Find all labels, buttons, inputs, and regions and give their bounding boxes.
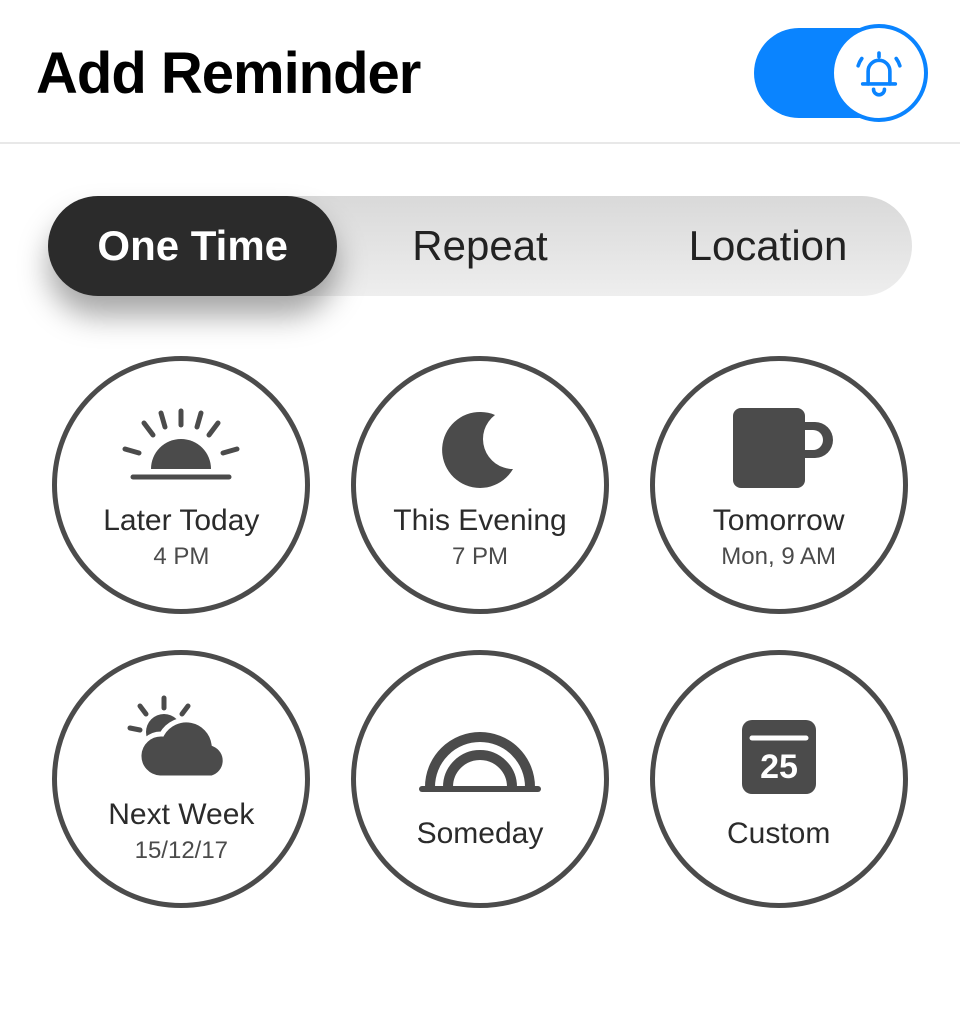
option-label: Next Week bbox=[108, 798, 254, 831]
segment-label: Repeat bbox=[412, 222, 547, 269]
option-next-week[interactable]: Next Week 15/12/17 bbox=[52, 650, 310, 908]
header: Add Reminder bbox=[0, 0, 960, 144]
option-label: Custom bbox=[727, 817, 830, 850]
option-someday[interactable]: Someday bbox=[351, 650, 609, 908]
alert-toggle-knob bbox=[830, 24, 928, 122]
calendar-icon: 25 bbox=[734, 709, 824, 805]
option-label: Later Today bbox=[103, 504, 259, 537]
option-label: Someday bbox=[417, 817, 544, 850]
segment-label: Location bbox=[689, 222, 848, 269]
bell-icon bbox=[850, 44, 908, 102]
option-tomorrow[interactable]: Tomorrow Mon, 9 AM bbox=[650, 356, 908, 614]
segment-location[interactable]: Location bbox=[624, 222, 912, 270]
option-sub: 7 PM bbox=[452, 543, 508, 571]
segmented-control: One Time x Repeat Location bbox=[48, 196, 912, 296]
rainbow-icon bbox=[410, 709, 550, 805]
option-label: Tomorrow bbox=[713, 504, 845, 537]
segment-label: One Time bbox=[97, 222, 288, 270]
option-sub: 15/12/17 bbox=[135, 837, 228, 865]
moon-icon bbox=[435, 400, 525, 496]
sunrise-icon bbox=[111, 400, 251, 496]
segmented-control-wrap: One Time x Repeat Location bbox=[0, 144, 960, 296]
add-reminder-screen: Add Reminder One Time bbox=[0, 0, 960, 1028]
mug-icon bbox=[719, 400, 839, 496]
page-title: Add Reminder bbox=[36, 40, 420, 107]
option-sub: Mon, 9 AM bbox=[721, 543, 836, 571]
reminder-option-grid: Later Today 4 PM This Evening 7 PM bbox=[0, 296, 960, 908]
segment-repeat[interactable]: Repeat bbox=[336, 222, 624, 270]
option-later-today[interactable]: Later Today 4 PM bbox=[52, 356, 310, 614]
option-this-evening[interactable]: This Evening 7 PM bbox=[351, 356, 609, 614]
option-label: This Evening bbox=[393, 504, 566, 537]
segment-one-time[interactable]: One Time bbox=[48, 196, 337, 296]
alert-toggle[interactable] bbox=[754, 28, 924, 118]
sun-cloud-icon bbox=[116, 694, 246, 790]
calendar-day: 25 bbox=[760, 748, 798, 786]
option-custom[interactable]: 25 Custom bbox=[650, 650, 908, 908]
option-sub: 4 PM bbox=[153, 543, 209, 571]
